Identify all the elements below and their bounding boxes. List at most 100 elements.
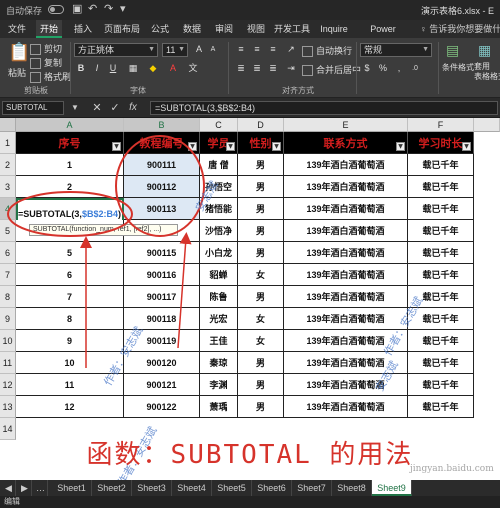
font-color-icon[interactable]: A <box>166 62 180 75</box>
underline-button[interactable]: U <box>106 62 120 75</box>
bold-button[interactable]: B <box>74 62 88 75</box>
paste-icon[interactable]: 📋 <box>8 42 30 63</box>
merge-center-label: 合并后居中 <box>316 65 362 75</box>
tutorial-caption: 函数：SUBTOTAL 的用法 <box>86 440 414 470</box>
sheet-tab-sheet3[interactable]: Sheet3 <box>132 480 172 496</box>
font-name-select[interactable]: 方正姚体 ▼ <box>74 43 158 57</box>
tab-inquire[interactable]: Inquire <box>318 20 350 38</box>
format-painter-button[interactable]: 格式刷 <box>30 70 72 84</box>
sheet-tab-sheet8[interactable]: Sheet8 <box>332 480 372 496</box>
copy-icon <box>30 58 41 70</box>
tab-page-layout[interactable]: 页面布局 <box>102 20 142 38</box>
name-box[interactable]: SUBTOTAL <box>2 101 64 115</box>
tab-view[interactable]: 视图 <box>244 20 268 38</box>
title-bar: 自动保存 ▣ ↶ ↷ ▾ 演示表格6.xlsx - E <box>0 0 500 20</box>
align-right-icon[interactable]: ≣ <box>266 62 280 75</box>
cancel-icon[interactable]: ✕ <box>90 101 104 115</box>
sheet-tab-sheet6[interactable]: Sheet6 <box>252 480 292 496</box>
currency-icon[interactable]: $ <box>360 62 374 75</box>
shrink-font-icon[interactable]: A <box>206 43 220 56</box>
name-box-dropdown-icon[interactable]: ▼ <box>68 101 82 115</box>
align-middle-icon[interactable]: ≡ <box>250 43 264 56</box>
font-group-label: 字体 <box>130 86 146 95</box>
tell-me-text: 告诉我你想要做什么 <box>429 24 500 34</box>
align-top-icon[interactable]: ≡ <box>234 43 248 56</box>
tell-me-search[interactable]: ♀ 告诉我你想要做什么 <box>420 20 500 38</box>
border-icon[interactable]: ▦ <box>126 62 140 75</box>
formula-bar: SUBTOTAL ▼ ✕ ✓ fx =SUBTOTAL(3,$B$2:B4) <box>0 98 500 118</box>
annotation-overlay <box>7 135 205 368</box>
brush-icon <box>30 72 41 84</box>
sheet-tab-bar: ◀ ▶ … Sheet1 Sheet2 Sheet3 Sheet4 Sheet5 Shee… <box>0 480 500 496</box>
scissors-icon <box>30 44 41 56</box>
wrap-text-label: 自动换行 <box>316 46 353 56</box>
sheet-tab-sheet5[interactable]: Sheet5 <box>212 480 252 496</box>
indent-icon[interactable]: ⇥ <box>284 62 298 75</box>
tab-home[interactable]: 开始 <box>36 20 62 38</box>
font-size-value: 11 <box>166 45 176 55</box>
format-painter-label: 格式刷 <box>44 72 72 82</box>
scroll-right-icon[interactable]: ▶ <box>18 480 32 496</box>
align-center-icon[interactable]: ≣ <box>250 62 264 75</box>
phonetic-icon[interactable]: 文 <box>186 62 200 75</box>
cut-label: 剪切 <box>44 44 63 54</box>
tab-formulas[interactable]: 公式 <box>148 20 172 38</box>
clipboard-group-label: 剪贴板 <box>24 86 48 95</box>
font-name-value: 方正姚体 <box>78 45 115 55</box>
increase-decimal-icon[interactable]: .0 <box>408 62 422 75</box>
chevron-down-icon: ▼ <box>422 46 429 53</box>
insert-function-icon[interactable]: fx <box>126 101 140 115</box>
merge-icon <box>302 65 313 77</box>
comma-icon[interactable]: , <box>392 62 406 75</box>
sheet-tab-sheet2[interactable]: Sheet2 <box>92 480 132 496</box>
alignment-group-label: 对齐方式 <box>282 86 314 95</box>
align-left-icon[interactable]: ≣ <box>234 62 248 75</box>
tab-file[interactable]: 文件 <box>4 20 30 38</box>
sheet-tab-sheet7[interactable]: Sheet7 <box>292 480 332 496</box>
tab-data[interactable]: 数据 <box>180 20 204 38</box>
scroll-left-icon[interactable]: ◀ <box>2 480 16 496</box>
fill-color-icon[interactable]: ◆ <box>146 62 160 75</box>
percent-icon[interactable]: % <box>376 62 390 75</box>
tab-review[interactable]: 审阅 <box>212 20 236 38</box>
align-bottom-icon[interactable]: ≡ <box>266 43 280 56</box>
orientation-icon[interactable]: ↗ <box>284 43 298 56</box>
tab-power-pivot[interactable]: Power Pivot <box>360 20 406 52</box>
save-icon[interactable]: ▣ <box>72 2 82 15</box>
group-divider <box>70 42 71 94</box>
italic-button[interactable]: I <box>90 62 104 75</box>
copy-label: 复制 <box>44 58 63 68</box>
format-as-table-icon[interactable]: ▦ <box>478 42 491 59</box>
number-format-value: 常规 <box>364 45 383 55</box>
status-bar: 编辑 <box>0 496 500 508</box>
font-size-select[interactable]: 11 ▼ <box>162 43 188 57</box>
number-format-select[interactable]: 常规 ▼ <box>360 43 432 57</box>
copy-button[interactable]: 复制 <box>30 56 63 70</box>
sheet-tab-sheet1[interactable]: Sheet1 <box>52 480 92 496</box>
sheet-tab-sheet9[interactable]: Sheet9 <box>372 480 412 496</box>
group-divider <box>228 42 229 94</box>
enter-icon[interactable]: ✓ <box>108 101 122 115</box>
wrap-icon <box>302 46 313 58</box>
undo-icon[interactable]: ↶ <box>88 2 97 15</box>
quick-access-dropdown-icon[interactable]: ▾ <box>120 2 126 15</box>
ribbon-home: 📋 粘贴 剪切 复制 格式刷 剪贴板 方正姚体 ▼ 11 ▼ A A B I U ▦… <box>0 38 500 98</box>
tab-developer[interactable]: 开发工具 <box>274 20 310 38</box>
formula-input[interactable]: =SUBTOTAL(3,$B$2:B4) <box>150 101 498 115</box>
sheet-tab-sheet4[interactable]: Sheet4 <box>172 480 212 496</box>
more-sheets-icon[interactable]: … <box>34 480 48 496</box>
redo-icon[interactable]: ↷ <box>104 2 113 15</box>
grow-font-icon[interactable]: A <box>192 43 206 56</box>
conditional-format-button[interactable]: 条件格式 <box>442 62 474 73</box>
cut-button[interactable]: 剪切 <box>30 42 63 56</box>
conditional-format-icon[interactable]: ▤ <box>446 42 459 59</box>
window-title: 演示表格6.xlsx - E <box>420 6 494 16</box>
autosave-toggle[interactable] <box>48 5 64 14</box>
group-divider <box>438 42 439 94</box>
merge-center-button[interactable]: 合并后居中 <box>302 63 362 77</box>
format-as-table-button[interactable]: 套用 表格格式 <box>474 62 500 82</box>
tab-insert[interactable]: 插入 <box>70 20 96 38</box>
worksheet-grid[interactable]: A B C D E F 1 2 3 4 5 6 7 8 9 10 11 12 13 14 序号 ▼ 教程编号 ▼ 学员 ▼ 性别 ▼ 联… <box>0 118 500 480</box>
paste-button[interactable]: 粘贴 <box>8 66 26 79</box>
wrap-text-button[interactable]: 自动换行 <box>302 44 353 58</box>
